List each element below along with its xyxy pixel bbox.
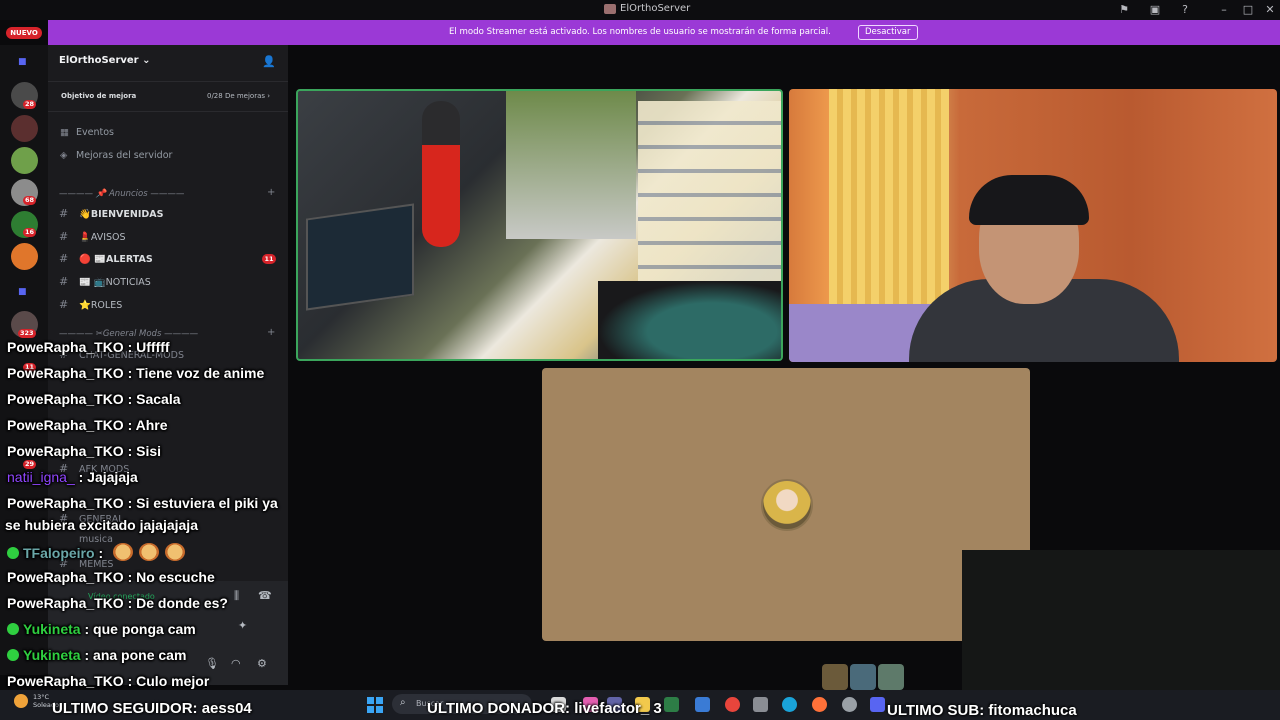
last-sub-text: ULTIMO SUB: fitomachuca [887, 702, 1077, 719]
category-anuncios[interactable]: ———— 📌 Anuncios ———— [59, 189, 184, 199]
text-channel-icon: # [59, 252, 69, 265]
chat-message: Yukineta : que ponga cam [7, 621, 196, 637]
emote-icon [113, 543, 134, 561]
server-name[interactable]: ElOrthoServer ⌄ [59, 55, 150, 66]
maximize-button[interactable]: □ [1241, 3, 1255, 16]
divider [48, 111, 288, 112]
close-window-button[interactable]: ✕ [1263, 3, 1277, 16]
streamer-mode-message: El modo Streamer está activado. Los nomb… [449, 27, 831, 37]
chat-message: PoweRapha_TKO : Culo mejor [7, 673, 210, 689]
server-folder-icon[interactable]: ■ [18, 57, 30, 67]
nav-server-boosts[interactable]: ◈ Mejoras del servidor [60, 150, 172, 161]
server-icon[interactable] [11, 147, 38, 174]
title-bar: ElOrthoServer ⚑ ▣ ? – □ ✕ [0, 0, 1280, 20]
chat-message: PoweRapha_TKO : Ahre [7, 417, 168, 433]
video-scene-hair [969, 175, 1089, 225]
search-icon: ⌕ [400, 697, 406, 708]
last-donor-text: ULTIMO DONADOR: livefactor_ 3 [427, 700, 662, 717]
add-channel-icon[interactable]: + [267, 187, 275, 198]
boost-icon: ◈ [60, 150, 68, 161]
chat-message: PoweRapha_TKO : Sacala [7, 391, 181, 407]
video-scene-monitor [306, 203, 414, 311]
unread-badge: 11 [262, 254, 276, 264]
store-icon[interactable] [664, 697, 679, 712]
badge-check-icon [7, 649, 19, 661]
app-icon[interactable] [753, 697, 768, 712]
video-scene-window [506, 91, 636, 239]
chrome-icon[interactable] [725, 697, 740, 712]
participant-avatar[interactable] [822, 664, 848, 690]
participant-avatar [761, 479, 813, 531]
video-tile-participant[interactable] [789, 89, 1277, 362]
participant-avatar[interactable] [878, 664, 904, 690]
discord-icon[interactable] [870, 697, 885, 712]
chat-message-continuation: se hubiera excitado jajajajaja [5, 517, 198, 533]
server-folder-icon[interactable]: ■ [18, 287, 30, 297]
chat-message: TFalopeiro : [7, 543, 186, 561]
chat-message: Yukineta : ana pone cam [7, 647, 186, 663]
voice-participants [822, 664, 906, 692]
channel-avisos[interactable]: # 💄AVISOS [59, 230, 126, 243]
stream-chat-overlay: PoweRapha_TKO : Ufffff PoweRapha_TKO : T… [0, 336, 290, 696]
video-tile-no-camera[interactable] [542, 368, 1030, 641]
text-channel-icon: # [59, 298, 69, 311]
chat-message: PoweRapha_TKO : Ufffff [7, 339, 170, 355]
server-badge: 68 [23, 196, 37, 205]
divider [48, 81, 288, 82]
boost-goal-count[interactable]: 0/28 De mejoras › [207, 92, 270, 100]
new-badge[interactable]: NUEVO [6, 27, 42, 39]
server-badge: 28 [23, 100, 37, 109]
calendar-icon: ▦ [60, 127, 69, 138]
chat-message: natii_igna_ : Jajajaja [7, 469, 138, 485]
chat-message: PoweRapha_TKO : No escuche [7, 569, 215, 585]
minimize-button[interactable]: – [1217, 3, 1231, 16]
emote-icon [165, 543, 186, 561]
nav-events[interactable]: ▦ Eventos [60, 127, 114, 138]
text-channel-icon: # [59, 207, 69, 220]
firefox-icon[interactable] [812, 697, 827, 712]
server-badge: 16 [23, 228, 37, 237]
chat-message: PoweRapha_TKO : Tiene voz de anime [7, 365, 265, 381]
last-follower-text: ULTIMO SEGUIDOR: aess04 [52, 700, 252, 717]
screen: ElOrthoServer ⚑ ▣ ? – □ ✕ El modo Stream… [0, 0, 1280, 720]
disable-streamer-mode-button[interactable]: Desactivar [858, 25, 918, 40]
start-button[interactable] [367, 697, 383, 713]
server-icon[interactable] [11, 115, 38, 142]
text-channel-icon: # [59, 275, 69, 288]
text-channel-icon: # [59, 230, 69, 243]
video-scene-person [598, 281, 781, 359]
badge-check-icon [7, 547, 19, 559]
chevron-down-icon: ⌄ [142, 55, 151, 66]
invite-people-icon[interactable]: 👤 [262, 55, 276, 68]
help-icon[interactable]: ? [1178, 3, 1192, 16]
screen-share-icon[interactable]: ▣ [1148, 3, 1162, 16]
server-icon[interactable] [11, 243, 38, 270]
streamer-mode-banner: El modo Streamer está activado. Los nomb… [48, 20, 1280, 45]
channel-alertas[interactable]: # 🔴 📰ALERTAS [59, 252, 153, 265]
channel-bienvenidas[interactable]: # 👋BIENVENIDAS [59, 207, 163, 220]
video-scene-microphone [422, 101, 460, 247]
badge-check-icon [7, 623, 19, 635]
inbox-flag-icon[interactable]: ⚑ [1117, 3, 1131, 16]
channel-roles[interactable]: # ⭐ROLES [59, 298, 122, 311]
boost-goal-label[interactable]: Objetivo de mejora [61, 92, 136, 100]
app-icon[interactable] [695, 697, 710, 712]
weather-icon[interactable] [14, 694, 28, 708]
video-scene-curtain [829, 89, 949, 319]
emote-icon [139, 543, 160, 561]
video-tile-streamer[interactable] [296, 89, 783, 361]
chat-message: PoweRapha_TKO : Sisi [7, 443, 162, 459]
channel-noticias[interactable]: # 📰 📺NOTICIAS [59, 275, 151, 288]
window-title: ElOrthoServer [620, 3, 691, 14]
edge-icon[interactable] [782, 697, 797, 712]
app-icon[interactable] [842, 697, 857, 712]
chat-message: PoweRapha_TKO : Si estuviera el piki ya [7, 495, 278, 511]
participant-avatar[interactable] [850, 664, 876, 690]
chat-message: PoweRapha_TKO : De donde es? [7, 595, 228, 611]
